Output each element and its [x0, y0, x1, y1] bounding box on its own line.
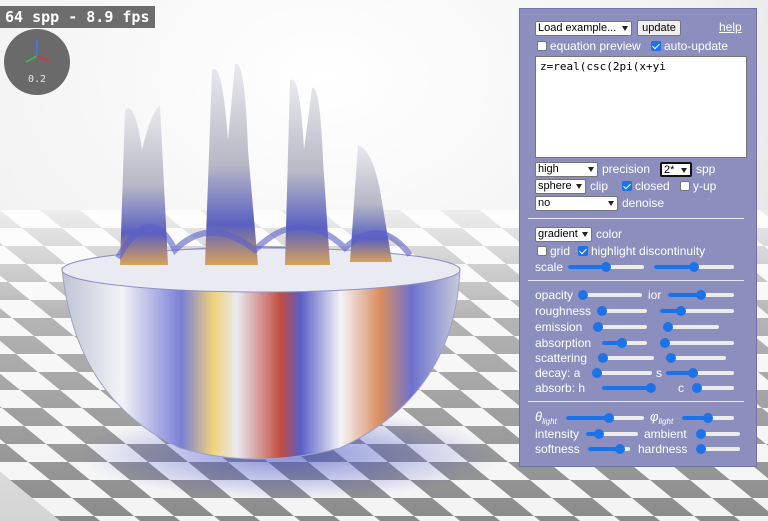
- theta-light-label: θlight: [535, 409, 557, 427]
- example-select[interactable]: Load example...: [535, 21, 632, 36]
- closed-checkbox[interactable]: [622, 181, 632, 191]
- decay-s-slider[interactable]: [666, 368, 734, 378]
- slider-track: [660, 341, 734, 345]
- control-panel: Load example... update help equation pre…: [519, 8, 757, 467]
- decay-label: decay: a: [535, 366, 581, 380]
- fps-counter: 64 spp - 8.9 fps: [0, 6, 155, 28]
- slider-thumb[interactable]: [603, 413, 614, 423]
- update-button[interactable]: update: [637, 20, 681, 36]
- hardness-label: hardness: [638, 442, 688, 456]
- grid-checkbox[interactable]: [537, 246, 547, 256]
- spp-select[interactable]: 2*: [660, 162, 692, 177]
- roughness-slider-1[interactable]: [597, 306, 647, 316]
- absorb-c-label: c: [678, 381, 684, 395]
- scattering-slider-2[interactable]: [666, 353, 726, 363]
- ior-slider[interactable]: [668, 290, 734, 300]
- slider-thumb[interactable]: [578, 290, 588, 300]
- slider-fill: [566, 416, 609, 420]
- ior-label: ior: [648, 288, 662, 302]
- axes-scale-label: 0.2: [27, 74, 47, 85]
- axes-gizmo[interactable]: 0.2: [4, 29, 70, 95]
- slider-thumb[interactable]: [689, 262, 699, 272]
- y-up-checkbox[interactable]: [680, 181, 690, 191]
- intensity-label: intensity: [535, 427, 580, 441]
- slider-thumb[interactable]: [688, 368, 699, 378]
- slider-thumb[interactable]: [593, 322, 603, 332]
- denoise-select[interactable]: no: [535, 196, 618, 211]
- slider-thumb[interactable]: [614, 444, 625, 454]
- softness-slider[interactable]: [588, 444, 630, 454]
- absorb-label: absorb: h: [535, 381, 586, 395]
- spp-label: spp: [696, 162, 716, 176]
- precision-select[interactable]: high: [535, 162, 598, 177]
- scale-label: scale: [535, 260, 564, 274]
- decay-s-label: s: [656, 366, 662, 380]
- grid-label: grid: [550, 244, 571, 258]
- opacity-slider[interactable]: [578, 290, 642, 300]
- decay-a-slider[interactable]: [592, 368, 652, 378]
- help-link[interactable]: help: [719, 20, 742, 34]
- emission-label: emission: [535, 320, 583, 334]
- phi-light-slider[interactable]: [682, 413, 734, 423]
- highlight-discontinuity-checkbox[interactable]: [578, 246, 588, 256]
- slider-fill: [654, 265, 694, 269]
- equation-preview-label: equation preview: [550, 39, 641, 53]
- color-select[interactable]: gradient: [535, 227, 592, 242]
- divider: [528, 280, 744, 281]
- precision-label: precision: [602, 162, 651, 176]
- slider-thumb[interactable]: [598, 353, 608, 363]
- absorb-h-slider[interactable]: [602, 383, 656, 393]
- slider-thumb[interactable]: [663, 322, 673, 332]
- phi-light-label: φlight: [650, 409, 674, 427]
- clip-select[interactable]: sphere: [535, 179, 586, 194]
- slider-fill: [602, 386, 651, 390]
- intensity-slider[interactable]: [586, 429, 638, 439]
- closed-label: closed: [635, 179, 670, 193]
- y-up-label: y-up: [693, 179, 717, 193]
- emission-slider-2[interactable]: [663, 322, 719, 332]
- slider-thumb[interactable]: [692, 383, 702, 393]
- slider-thumb[interactable]: [597, 306, 607, 316]
- slider-thumb[interactable]: [617, 338, 628, 348]
- slider-thumb[interactable]: [592, 368, 602, 378]
- color-label: color: [596, 227, 623, 241]
- equation-input[interactable]: z=real(csc(2pi(x+yi: [535, 56, 747, 158]
- auto-update-label: auto-update: [664, 39, 729, 53]
- scattering-label: scattering: [535, 351, 588, 365]
- scattering-slider-1[interactable]: [598, 353, 654, 363]
- absorption-slider-1[interactable]: [602, 338, 647, 348]
- slider-thumb[interactable]: [703, 413, 713, 423]
- ambient-slider[interactable]: [696, 429, 740, 439]
- slider-thumb[interactable]: [660, 338, 670, 348]
- hardness-slider[interactable]: [696, 444, 740, 454]
- roughness-label: roughness: [535, 304, 592, 318]
- emission-slider-1[interactable]: [593, 322, 647, 332]
- slider-thumb[interactable]: [594, 429, 604, 439]
- absorb-c-slider[interactable]: [692, 383, 734, 393]
- auto-update-checkbox[interactable]: [651, 41, 661, 51]
- absorption-slider-2[interactable]: [660, 338, 734, 348]
- scale-slider-2[interactable]: [654, 262, 734, 272]
- slider-thumb[interactable]: [696, 429, 706, 439]
- scale-slider-1[interactable]: [568, 262, 644, 272]
- equation-preview-checkbox[interactable]: [537, 41, 547, 51]
- slider-thumb[interactable]: [696, 290, 706, 300]
- divider: [528, 401, 744, 402]
- slider-thumb[interactable]: [666, 353, 676, 363]
- roughness-slider-2[interactable]: [660, 306, 734, 316]
- slider-thumb[interactable]: [601, 262, 611, 272]
- slider-thumb[interactable]: [696, 444, 706, 454]
- denoise-label: denoise: [622, 196, 665, 210]
- clip-label: clip: [590, 179, 609, 193]
- opacity-label: opacity: [535, 288, 574, 302]
- slider-thumb[interactable]: [675, 306, 686, 316]
- softness-label: softness: [535, 442, 580, 456]
- theta-light-slider[interactable]: [566, 413, 644, 423]
- axes-icon: [25, 40, 50, 63]
- highlight-discontinuity-label: highlight discontinuity: [591, 244, 706, 258]
- ambient-label: ambient: [644, 427, 687, 441]
- absorption-label: absorption: [535, 336, 592, 350]
- divider: [528, 218, 744, 219]
- slider-thumb[interactable]: [646, 383, 656, 393]
